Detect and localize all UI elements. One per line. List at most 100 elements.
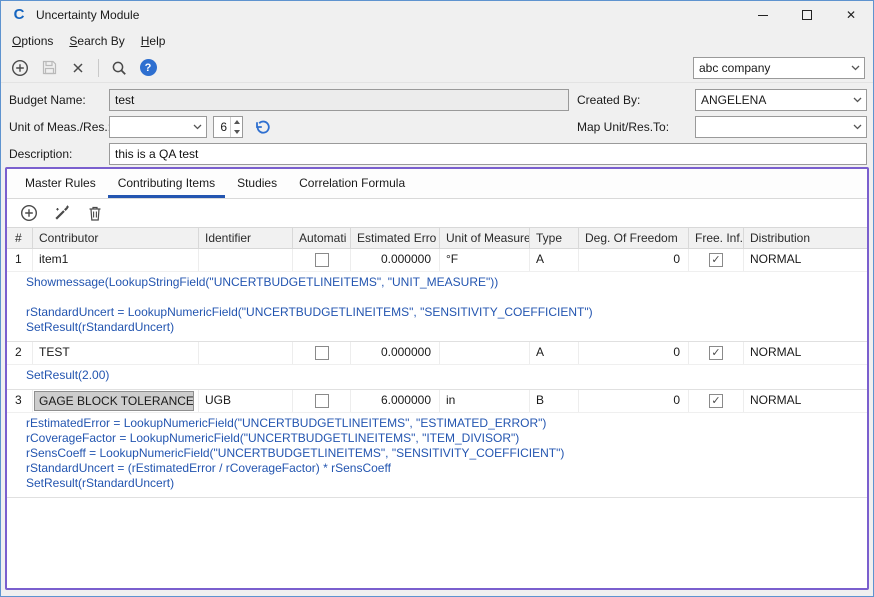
resolution-stepper[interactable]: 6 [213,116,243,138]
free-inf-checkbox[interactable] [709,346,723,360]
main-toolbar: ? abc company [1,53,873,83]
menu-search-by[interactable]: Search By [61,30,132,52]
column-header-identifier[interactable]: Identifier [199,227,293,249]
trash-icon [87,205,103,222]
formula-line: SetResult(rStandardUncert) [26,320,861,335]
estimated-error-cell[interactable]: 0.000000 [351,249,440,271]
column-header-type[interactable]: Type [530,227,579,249]
stepper-up-button[interactable] [231,117,242,127]
deg-of-freedom-cell[interactable]: 0 [579,390,689,412]
column-header-unit-of-measure[interactable]: Unit of Measure [440,227,530,249]
contributor-cell[interactable]: TEST [33,342,199,364]
estimated-error-cell[interactable]: 6.000000 [351,390,440,412]
maximize-icon [802,10,812,20]
delete-item-button[interactable] [84,202,106,224]
estimated-error-cell[interactable]: 0.000000 [351,342,440,364]
search-button[interactable] [108,57,130,79]
delete-icon [71,61,85,75]
automatic-checkbox[interactable] [315,346,329,360]
column-header-num[interactable]: # [7,227,33,249]
add-item-button[interactable] [18,202,40,224]
menu-help[interactable]: Help [133,30,174,52]
chevron-up-icon [234,120,240,124]
type-cell[interactable]: B [530,390,579,412]
free-inf-checkbox[interactable] [709,253,723,267]
column-header-deg-of-freedom[interactable]: Deg. Of Freedom [579,227,689,249]
formula-line: rSensCoeff = LookupNumericField("UNCERTB… [26,446,861,461]
menu-options-label: ptions [21,34,53,48]
chevron-down-icon [188,117,206,137]
add-icon [11,59,29,77]
search-icon [110,59,128,77]
column-header-contributor[interactable]: Contributor [33,227,199,249]
stepper-buttons [230,117,242,137]
map-unit-select[interactable] [695,116,867,138]
tab-studies[interactable]: Studies [227,171,287,198]
menu-help-label: elp [149,34,165,48]
maximize-button[interactable] [785,1,829,29]
deg-of-freedom-cell[interactable]: 0 [579,249,689,271]
formula-wand-button[interactable] [51,202,73,224]
formula-line: rStandardUncert = (rEstimatedError / rCo… [26,461,861,476]
formula-block[interactable]: SetResult(2.00) [7,365,867,389]
chevron-down-icon [848,90,866,110]
formula-line: rCoverageFactor = LookupNumericField("UN… [26,431,861,446]
formula-block[interactable]: Showmessage(LookupStringField("UNCERTBUD… [7,272,867,341]
unit-of-measure-cell[interactable]: in [440,390,530,412]
unit-of-meas-select[interactable] [109,116,207,138]
distribution-cell[interactable]: NORMAL [744,390,867,412]
row-number: 2 [7,342,33,364]
menu-options[interactable]: Options [4,30,61,52]
company-select[interactable]: abc company [693,57,865,79]
minimize-button[interactable] [741,1,785,29]
tab-master-rules[interactable]: Master Rules [15,171,106,198]
type-cell[interactable]: A [530,342,579,364]
formula-line: rStandardUncert = LookupNumericField("UN… [26,305,861,320]
created-by-select[interactable]: ANGELENA [695,89,867,111]
formula-block[interactable]: rEstimatedError = LookupNumericField("UN… [7,413,867,497]
chevron-down-icon [234,130,240,134]
contributor-cell[interactable]: item1 [33,249,199,271]
delete-button[interactable] [67,57,89,79]
close-button[interactable]: ✕ [829,1,873,29]
free-inf-checkbox[interactable] [709,394,723,408]
budget-form: Budget Name: Created By: ANGELENA Unit o… [1,83,873,167]
distribution-cell[interactable]: NORMAL [744,249,867,271]
identifier-cell[interactable]: UGB [199,390,293,412]
titlebar: C Uncertainty Module ✕ [1,1,873,29]
add-button[interactable] [9,57,31,79]
unit-of-measure-cell[interactable] [440,342,530,364]
add-icon [20,204,38,222]
description-input[interactable] [109,143,867,165]
column-header-estimated-error[interactable]: Estimated Erro [351,227,440,249]
budget-name-input[interactable] [109,89,569,111]
help-button[interactable]: ? [137,57,159,79]
unit-of-measure-cell[interactable]: °F [440,249,530,271]
contributor-cell-selected[interactable]: GAGE BLOCK TOLERANCE [34,391,194,411]
automatic-checkbox[interactable] [315,253,329,267]
description-label: Description: [9,147,72,161]
distribution-cell[interactable]: NORMAL [744,342,867,364]
tab-contributing-items[interactable]: Contributing Items [108,171,225,198]
save-button[interactable] [38,57,60,79]
undo-button[interactable] [252,117,272,137]
column-header-distribution[interactable]: Distribution [744,227,867,249]
formula-line [26,290,861,305]
identifier-cell[interactable] [199,342,293,364]
identifier-cell[interactable] [199,249,293,271]
tab-correlation-formula[interactable]: Correlation Formula [289,171,415,198]
stepper-down-button[interactable] [231,127,242,137]
chevron-down-icon [848,117,866,137]
row-number: 3 [7,390,33,412]
details-panel: Master Rules Contributing Items Studies … [5,167,869,590]
save-icon [41,59,58,76]
column-header-free-inf[interactable]: Free. Inf. [689,227,744,249]
formula-line: Showmessage(LookupStringField("UNCERTBUD… [26,275,861,290]
column-header-automatic[interactable]: Automati [293,227,351,249]
formula-line: rEstimatedError = LookupNumericField("UN… [26,416,861,431]
row-number: 1 [7,249,33,271]
type-cell[interactable]: A [530,249,579,271]
deg-of-freedom-cell[interactable]: 0 [579,342,689,364]
automatic-checkbox[interactable] [315,394,329,408]
minimize-icon [758,15,768,16]
